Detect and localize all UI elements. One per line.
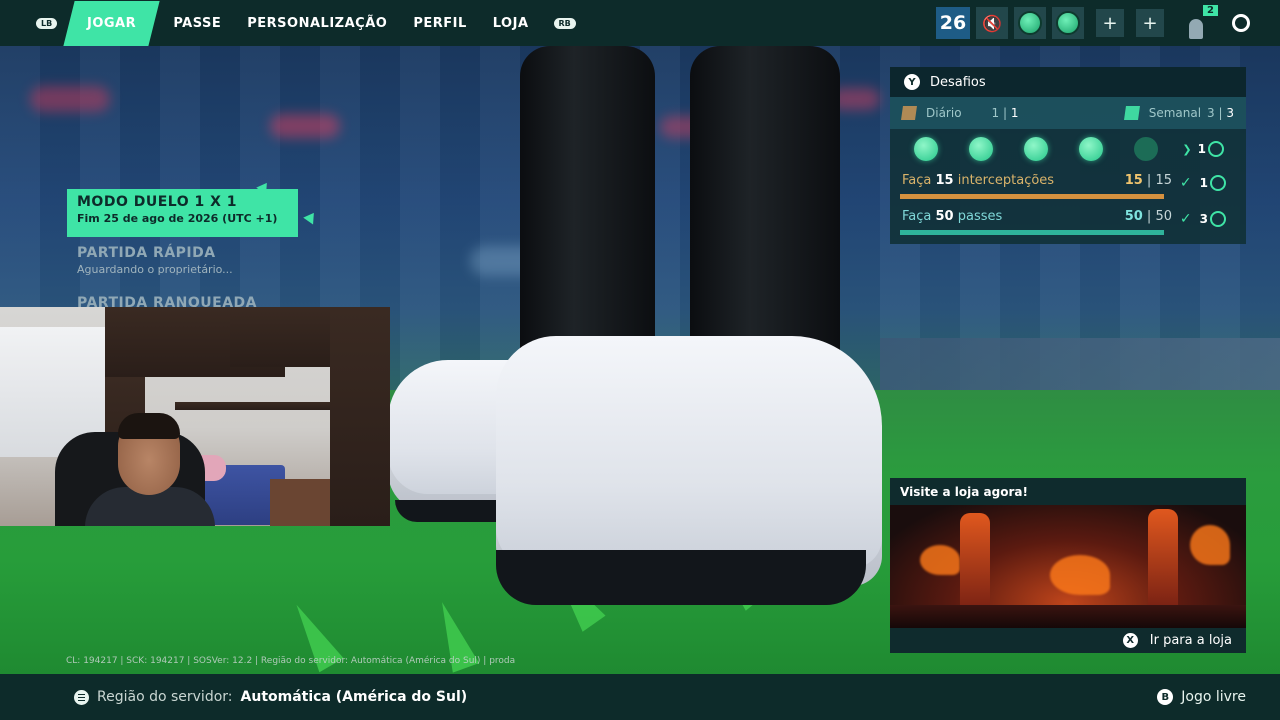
progress-dot — [1079, 137, 1103, 161]
party-slot-ball[interactable] — [1052, 7, 1084, 39]
challenge-task-passes[interactable]: Faça 50 passes 50 | 50 ✓ 3 — [890, 205, 1246, 241]
progress-dot — [1024, 137, 1048, 161]
task-progress-fill — [900, 194, 1164, 199]
task-progress-text: 15 | 15 — [1124, 173, 1172, 188]
challenge-task-interceptions[interactable]: Faça 15 interceptações 15 | 15 ✓ 1 — [890, 169, 1246, 205]
flame-shape — [1050, 555, 1110, 595]
go-to-store-label: Ir para a loja — [1149, 633, 1232, 648]
task-progress-fill — [900, 230, 1164, 235]
challenges-header[interactable]: Y Desafios — [890, 67, 1246, 97]
task-progress-text: 50 | 50 — [1124, 209, 1172, 224]
progress-dots — [914, 137, 1189, 161]
check-icon: ✓ — [1179, 211, 1192, 227]
add-party-member-button[interactable]: + — [1136, 9, 1164, 37]
task-reward: ✓ 1 — [1180, 175, 1226, 191]
tab-perfil[interactable]: PERFIL — [413, 16, 466, 31]
friends-count-badge: 2 — [1203, 5, 1218, 16]
b-button-icon: B — [1157, 689, 1174, 705]
ball-icon — [1018, 11, 1042, 35]
friends-button[interactable]: 2 — [1178, 5, 1218, 39]
dots-reward: ❯ 1 — [1182, 141, 1224, 157]
x-button-icon: X — [1122, 633, 1138, 648]
challenges-panel: Y Desafios Diário 1 | 1 Semanal 3 | 3 ❯ … — [890, 67, 1246, 244]
store-promo-card[interactable]: Visite a loja agora! X Ir para a loja — [890, 478, 1246, 653]
weekly-label: Semanal — [1148, 106, 1202, 120]
tab-loja[interactable]: LOJA — [493, 16, 529, 31]
daily-count: 1 | 1 — [991, 106, 1019, 120]
reward-coin-icon — [1210, 211, 1226, 227]
party-slot-ball[interactable] — [1014, 7, 1046, 39]
menu-button-icon[interactable] — [74, 689, 89, 705]
weekly-ticket-icon — [1123, 106, 1140, 120]
mode-title: MODO DUELO 1 X 1 — [77, 194, 238, 210]
tab-personalizacao[interactable]: PERSONALIZAÇÃO — [247, 16, 387, 31]
build-info-text: CL: 194217 | SCK: 194217 | SOSVer: 12.2 … — [66, 656, 516, 666]
promo-image — [890, 505, 1246, 628]
daily-progress-dots: ❯ 1 — [890, 129, 1246, 169]
chevron-right-icon: ❯ — [1182, 142, 1192, 156]
lb-button-hint[interactable]: LB — [36, 17, 58, 29]
tab-jogar[interactable]: JOGAR — [63, 0, 160, 46]
task-reward: ✓ 3 — [1180, 211, 1226, 227]
reward-coin-icon — [1208, 141, 1224, 157]
room-cabinet — [230, 307, 340, 367]
server-region-label: Região do servidor: — [97, 689, 233, 705]
friends-icon — [1189, 19, 1203, 39]
boot-sole — [496, 550, 866, 605]
ball-icon — [1056, 11, 1080, 35]
settings-icon[interactable] — [1232, 14, 1250, 32]
weekly-count: 3 | 3 — [1207, 106, 1234, 120]
flame-shape — [920, 545, 960, 575]
promo-floor — [890, 605, 1246, 628]
daily-label: Diário — [926, 106, 962, 120]
selected-mode-card[interactable]: MODO DUELO 1 X 1 Fim 25 de ago de 2026 (… — [67, 189, 298, 237]
streamer-hair — [118, 413, 180, 439]
player-leg-right — [690, 46, 840, 376]
reward-coin-icon — [1210, 175, 1226, 191]
tab-passe[interactable]: PASSE — [173, 16, 221, 31]
room-shelf — [175, 402, 330, 410]
mute-icon[interactable]: 🔇 — [976, 7, 1008, 39]
promo-title: Visite a loja agora! — [900, 484, 1028, 499]
task-description: Faça 50 passes — [902, 209, 1003, 224]
server-region-value[interactable]: Automática (América do Sul) — [241, 689, 468, 705]
free-play-button[interactable]: B Jogo livre — [1157, 689, 1246, 705]
challenges-title: Desafios — [930, 74, 986, 90]
tab-daily-challenges[interactable]: Diário 1 | 1 — [901, 106, 1019, 120]
player-level-badge[interactable]: 26 — [936, 7, 970, 39]
task-description: Faça 15 interceptações — [902, 173, 1055, 188]
room-nightstand — [270, 479, 330, 526]
player-boot-right — [496, 336, 882, 586]
progress-dot — [914, 137, 938, 161]
room-wardrobe — [330, 307, 390, 526]
menu-item-partida-rapida[interactable]: PARTIDA RÁPIDA Aguardando o proprietário… — [77, 245, 233, 276]
webcam-overlay — [0, 307, 390, 526]
progress-dot — [1134, 137, 1158, 161]
rb-button-hint[interactable]: RB — [553, 17, 576, 29]
bottom-bar: Região do servidor: Automática (América … — [0, 674, 1280, 720]
check-icon: ✓ — [1179, 175, 1192, 191]
task-progress-bar — [900, 194, 1164, 199]
free-play-label: Jogo livre — [1181, 689, 1246, 705]
stadium-light — [270, 114, 340, 138]
go-to-store-button[interactable]: X Ir para a loja — [890, 628, 1246, 653]
y-button-icon: Y — [904, 74, 920, 90]
add-party-member-button[interactable]: + — [1096, 9, 1124, 37]
tab-weekly-challenges[interactable]: Semanal 3 | 3 — [1123, 106, 1234, 120]
daily-ticket-icon — [901, 106, 917, 120]
progress-dot — [969, 137, 993, 161]
flame-shape — [1190, 525, 1230, 565]
task-progress-bar — [900, 230, 1164, 235]
challenges-tabs: Diário 1 | 1 Semanal 3 | 3 — [890, 97, 1246, 129]
top-status-group: 26 🔇 + + 2 — [936, 5, 1250, 39]
stadium-light — [30, 86, 110, 112]
top-navigation-bar: LB JOGAR PASSE PERSONALIZAÇÃO PERFIL LOJ… — [0, 0, 1280, 46]
mode-end-date: Fim 25 de ago de 2026 (UTC +1) — [77, 212, 278, 225]
